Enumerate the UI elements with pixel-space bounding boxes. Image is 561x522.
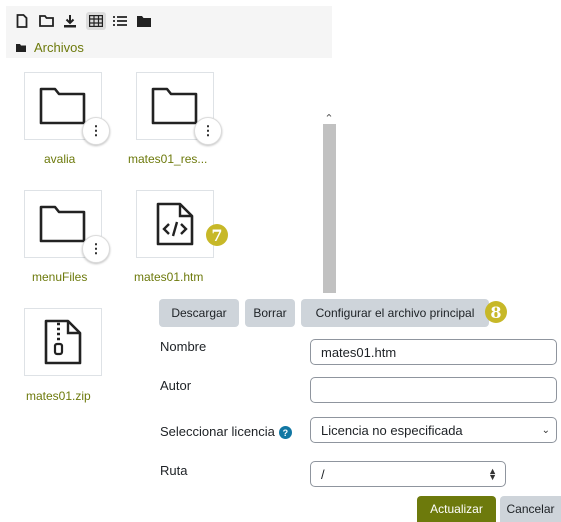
folder-icon <box>16 43 26 52</box>
file-details-dialog: Descargar Borrar Configurar el archivo p… <box>155 293 561 522</box>
new-folder-icon[interactable] <box>36 12 56 30</box>
sort-arrows-icon: ▲ ▼ <box>488 466 497 482</box>
path-select[interactable]: / ▲ ▼ <box>310 461 506 487</box>
more-options-icon[interactable]: ⋮ <box>194 117 222 145</box>
more-options-icon[interactable]: ⋮ <box>82 235 110 263</box>
file-name[interactable]: menuFiles <box>32 270 87 284</box>
file-name[interactable]: mates01.zip <box>26 389 91 403</box>
more-options-icon[interactable]: ⋮ <box>82 117 110 145</box>
update-button[interactable]: Actualizar <box>417 496 496 522</box>
file-name[interactable]: mates01.htm <box>134 270 203 284</box>
path-label: Ruta <box>160 463 188 478</box>
tree-view-icon[interactable] <box>134 12 154 30</box>
author-field[interactable] <box>310 377 557 403</box>
download-button[interactable]: Descargar <box>159 299 239 327</box>
file-thumbnail[interactable] <box>24 308 102 376</box>
filemanager-toolbar: Archivos <box>6 6 332 58</box>
license-label: Seleccionar licencia <box>160 424 275 439</box>
set-main-file-button[interactable]: Configurar el archivo principal <box>301 299 489 327</box>
new-file-icon[interactable] <box>12 12 32 30</box>
license-select[interactable]: Licencia no especificada ⌄ <box>310 417 557 443</box>
code-file-icon <box>137 191 213 257</box>
help-icon[interactable]: ? <box>278 426 292 440</box>
file-name[interactable]: mates01_res... <box>128 152 207 166</box>
list-view-icon[interactable] <box>110 12 130 30</box>
step-badge-7: 7 <box>206 224 228 246</box>
file-name[interactable]: avalia <box>44 152 75 166</box>
delete-button[interactable]: Borrar <box>245 299 295 327</box>
chevron-down-icon: ⌄ <box>541 424 550 436</box>
breadcrumb: Archivos <box>16 40 84 55</box>
cancel-button[interactable]: Cancelar <box>500 496 561 522</box>
author-label: Autor <box>160 378 192 393</box>
license-label-row: Seleccionar licencia? <box>160 424 292 440</box>
zip-file-icon <box>25 309 101 375</box>
path-value: / <box>321 466 325 482</box>
license-value: Licencia no especificada <box>321 422 463 438</box>
download-icon[interactable] <box>60 12 80 30</box>
file-thumbnail[interactable] <box>136 190 214 258</box>
grid-view-icon[interactable] <box>86 12 106 30</box>
name-label: Nombre <box>160 339 207 354</box>
name-field[interactable]: mates01.htm <box>310 339 557 365</box>
breadcrumb-label[interactable]: Archivos <box>34 40 84 55</box>
step-badge-8: 8 <box>485 301 507 323</box>
